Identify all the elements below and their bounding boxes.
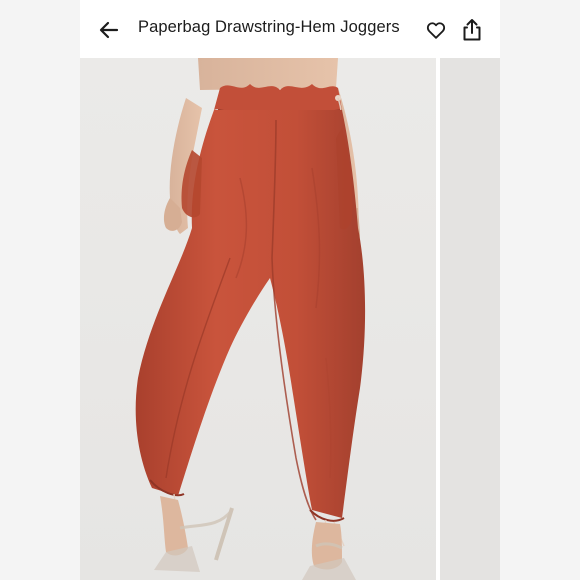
back-button[interactable] bbox=[96, 17, 122, 43]
next-product-photo-peek[interactable] bbox=[440, 58, 500, 580]
page-title: Paperbag Drawstring-Hem Joggers bbox=[138, 18, 400, 36]
heart-outline-icon bbox=[426, 22, 446, 39]
product-image-gallery[interactable] bbox=[80, 58, 500, 580]
arrow-left-icon bbox=[99, 21, 119, 39]
product-header: Paperbag Drawstring-Hem Joggers bbox=[80, 0, 500, 58]
share-upload-icon bbox=[463, 19, 481, 41]
joggers-illustration bbox=[135, 58, 366, 580]
right-margin bbox=[500, 0, 580, 580]
left-margin bbox=[0, 0, 80, 580]
share-button[interactable] bbox=[460, 17, 484, 43]
like-button[interactable] bbox=[424, 18, 448, 42]
product-photo[interactable] bbox=[80, 58, 436, 580]
screenshot-frame: Paperbag Drawstring-Hem Joggers bbox=[0, 0, 580, 580]
app-screen: Paperbag Drawstring-Hem Joggers bbox=[80, 0, 500, 580]
